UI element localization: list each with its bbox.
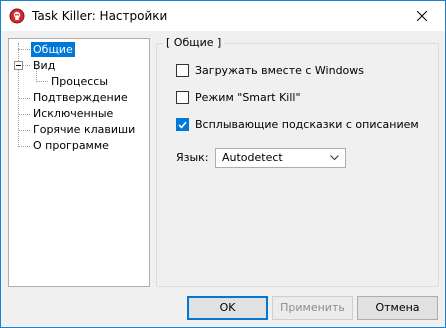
smart-kill-checkbox[interactable] bbox=[176, 91, 189, 104]
settings-window: Task Killer: Настройки Общие Вид Процесс… bbox=[0, 0, 446, 328]
smart-kill-option[interactable]: Режим "Smart Kill" bbox=[176, 90, 301, 105]
task-killer-app-icon bbox=[9, 8, 25, 24]
language-select-value: Autodetect bbox=[222, 151, 283, 164]
language-label: Язык: bbox=[176, 151, 209, 164]
apply-button[interactable]: Применить bbox=[272, 296, 353, 320]
tooltips-checkbox[interactable] bbox=[176, 118, 189, 131]
autostart-checkbox[interactable] bbox=[176, 64, 189, 77]
title-bar[interactable]: Task Killer: Настройки bbox=[1, 1, 445, 31]
tree-item-view[interactable]: Вид bbox=[31, 58, 57, 73]
tree-item-confirmation[interactable]: Подтверждение bbox=[31, 90, 130, 105]
chevron-down-icon bbox=[330, 155, 339, 161]
tree-item-exclusions[interactable]: Исключенные bbox=[31, 106, 115, 121]
window-title: Task Killer: Настройки bbox=[32, 9, 168, 23]
tooltips-option[interactable]: Всплывающие подсказки с описанием bbox=[176, 117, 419, 132]
close-icon bbox=[417, 11, 427, 21]
tree-item-hotkeys[interactable]: Горячие клавиши bbox=[31, 122, 137, 137]
tree-expander-vid[interactable] bbox=[14, 61, 23, 70]
ok-button[interactable]: OK bbox=[187, 296, 268, 320]
tooltips-label: Всплывающие подсказки с описанием bbox=[195, 118, 419, 131]
close-button[interactable] bbox=[399, 1, 445, 31]
smart-kill-label: Режим "Smart Kill" bbox=[195, 91, 301, 104]
autostart-label: Загружать вместе с Windows bbox=[195, 64, 365, 77]
checkmark-icon bbox=[178, 121, 187, 129]
tree-item-about[interactable]: О программе bbox=[31, 138, 111, 153]
cancel-button[interactable]: Отмена bbox=[357, 296, 438, 320]
tree-item-processes[interactable]: Процессы bbox=[49, 74, 110, 89]
autostart-option[interactable]: Загружать вместе с Windows bbox=[176, 63, 364, 78]
tree-item-general[interactable]: Общие bbox=[31, 42, 75, 57]
settings-tree[interactable]: Общие Вид Процессы Подтверждение Исключе… bbox=[8, 38, 150, 287]
general-group-title: [ Общие ] bbox=[163, 36, 225, 50]
language-select[interactable]: Autodetect bbox=[215, 148, 346, 168]
